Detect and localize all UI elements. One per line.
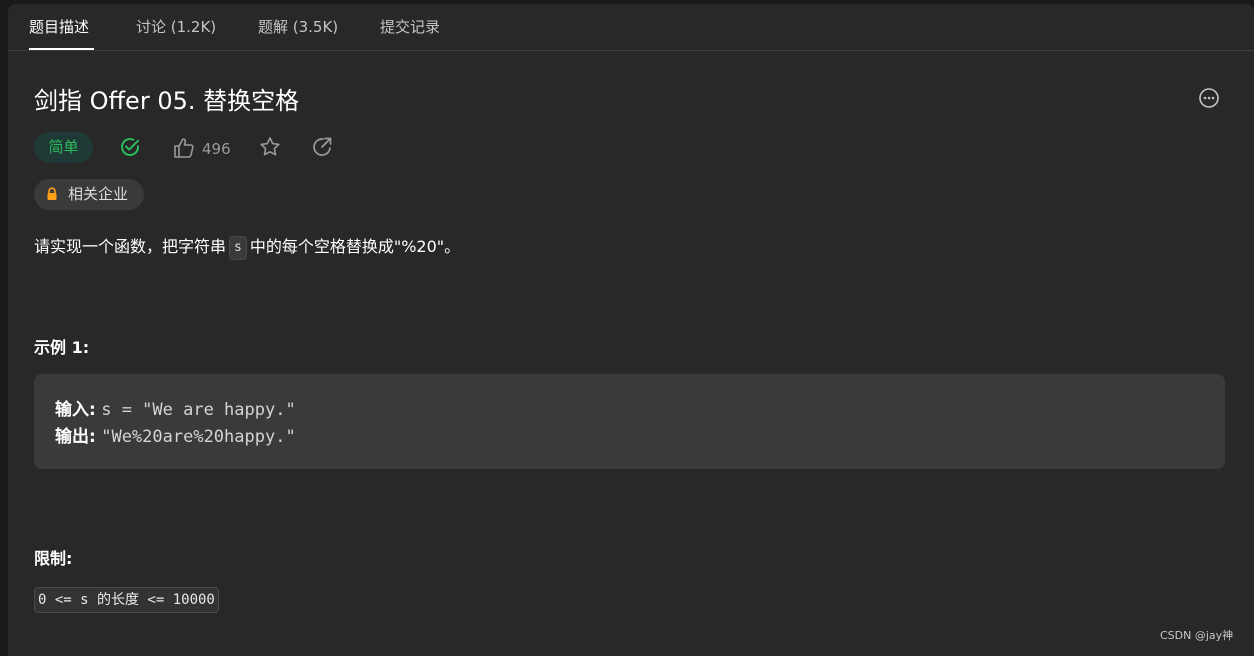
like-count: 496 xyxy=(202,140,231,158)
tab-discussion[interactable]: 讨论 (1.2K) xyxy=(136,16,216,37)
star-icon[interactable] xyxy=(258,135,282,159)
active-tab-indicator xyxy=(29,48,94,50)
constraints-code: 0 <= s 的长度 <= 10000 xyxy=(34,587,219,613)
check-circle-icon xyxy=(118,135,142,159)
thumbs-up-icon[interactable] xyxy=(172,136,196,160)
description-text: 请实现一个函数，把字符串 xyxy=(34,237,227,256)
lock-icon xyxy=(45,187,59,201)
constraints-heading: 限制: xyxy=(34,549,73,568)
related-companies-label: 相关企业 xyxy=(68,185,129,203)
example-heading: 示例 1: xyxy=(34,338,90,357)
difficulty-badge: 简单 xyxy=(34,132,93,163)
more-options-button[interactable] xyxy=(1197,86,1221,110)
tab-solutions[interactable]: 题解 (3.5K) xyxy=(258,16,338,37)
example-input-value: s = "We are happy." xyxy=(101,400,296,420)
problem-panel: 题目描述 讨论 (1.2K) 题解 (3.5K) 提交记录 剑指 Offer 0… xyxy=(8,4,1254,656)
example-output-line: 输出: "We%20are%20happy." xyxy=(55,422,296,447)
example-output-label: 输出: xyxy=(55,427,96,447)
example-code-block: 输入: s = "We are happy." 输出: "We%20are%20… xyxy=(34,374,1225,469)
example-input-label: 输入: xyxy=(55,400,96,420)
example-input-line: 输入: s = "We are happy." xyxy=(55,395,296,420)
problem-description: 请实现一个函数，把字符串 s 中的每个空格替换成"%20"。 xyxy=(34,234,460,260)
tab-description[interactable]: 题目描述 xyxy=(29,16,89,37)
description-text-cont: 中的每个空格替换成"%20"。 xyxy=(249,237,461,256)
share-icon[interactable] xyxy=(310,135,334,159)
more-horizontal-icon xyxy=(1199,88,1219,108)
tab-submissions[interactable]: 提交记录 xyxy=(380,16,440,37)
watermark: CSDN @jay神 xyxy=(1160,629,1234,642)
page-title: 剑指 Offer 05. 替换空格 xyxy=(34,87,300,115)
related-companies-button[interactable]: 相关企业 xyxy=(34,179,144,210)
tab-bar: 题目描述 讨论 (1.2K) 题解 (3.5K) 提交记录 xyxy=(8,4,1254,51)
example-output-value: "We%20are%20happy." xyxy=(101,427,296,447)
inline-code: s xyxy=(229,235,247,260)
